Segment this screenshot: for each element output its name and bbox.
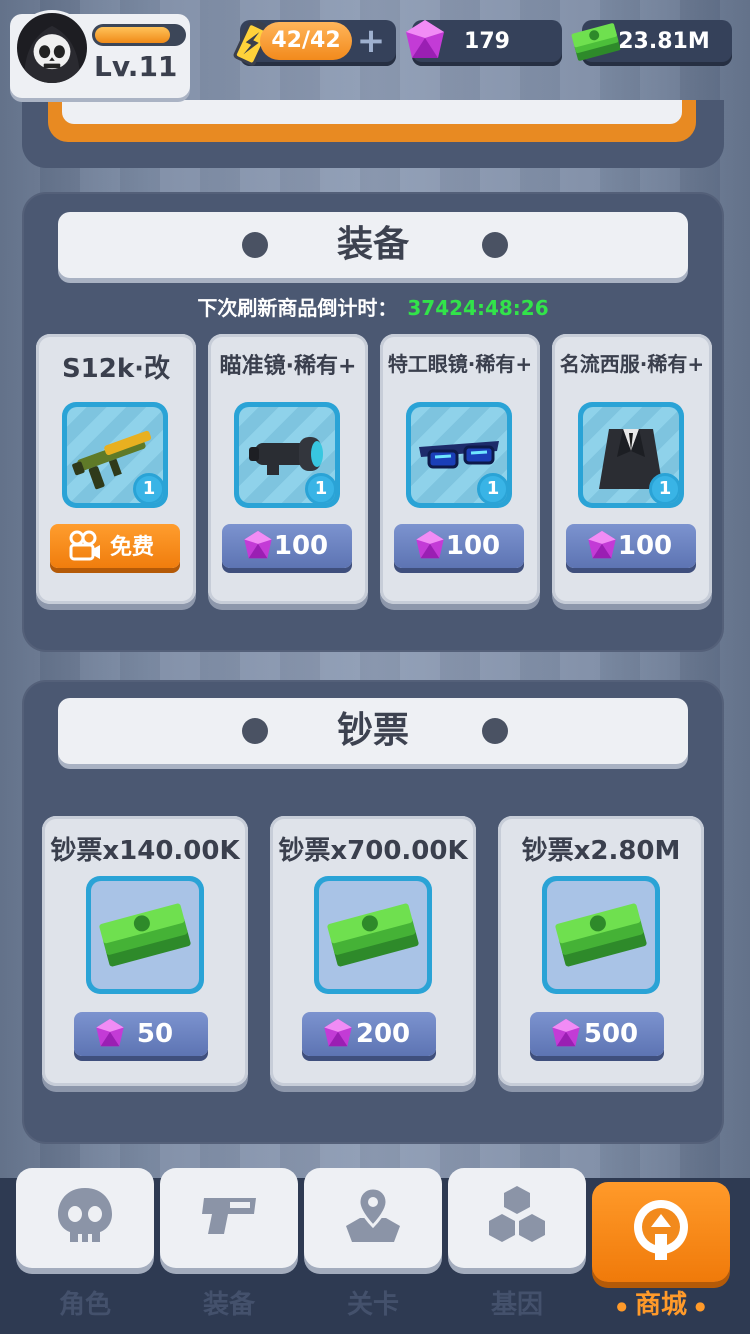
- equipment-shop-panel: 装备 下次刷新商品倒计时： 37424:48:26 S12k·改 1 免费 瞄准…: [22, 192, 724, 652]
- item-icon-frame: 1: [578, 402, 684, 508]
- title-dot-left: [242, 718, 268, 744]
- item-icon-frame: [86, 876, 204, 994]
- item-icon-frame: 1: [62, 402, 168, 508]
- gem-icon: [588, 530, 616, 559]
- gem-icon: [244, 530, 272, 559]
- buy-button[interactable]: 50: [74, 1012, 208, 1056]
- buy-button[interactable]: 100: [222, 524, 352, 568]
- cash-pack-name: 钞票x140.00K: [50, 836, 240, 866]
- shop-item-card[interactable]: 特工眼镜·稀有+ 1 100: [380, 334, 540, 604]
- top-bar: Lv.11 42/42 + 179 23.81M: [0, 0, 750, 110]
- nav-tab-shop[interactable]: [592, 1182, 730, 1282]
- nav-tab-genes[interactable]: [448, 1168, 586, 1268]
- skull-avatar-icon: [24, 25, 80, 83]
- shop-item-card[interactable]: 瞄准镜·稀有+ 1 100: [208, 334, 368, 604]
- gem-icon: [552, 1018, 580, 1047]
- item-icon-frame: [542, 876, 660, 994]
- energy-counter: 42/42 +: [233, 20, 396, 66]
- nav-label-shop: 商城: [592, 1284, 730, 1321]
- refresh-countdown: 下次刷新商品倒计时： 37424:48:26: [22, 292, 724, 321]
- section-title-cash: 钞票: [58, 698, 688, 764]
- buy-button[interactable]: 100: [394, 524, 524, 568]
- avatar[interactable]: [14, 10, 90, 86]
- item-name: 名流西服·稀有+: [559, 352, 705, 376]
- shop-item-card[interactable]: 名流西服·稀有+ 1 100: [552, 334, 712, 604]
- item-icon-frame: [314, 876, 432, 994]
- bottom-nav: 角色 装备 关卡 基因 商城: [0, 1168, 750, 1334]
- item-name: 瞄准镜·稀有+: [219, 354, 357, 379]
- video-camera-icon: [69, 530, 100, 561]
- cash-pack-card[interactable]: 钞票x2.80M 500: [498, 816, 704, 1086]
- cash-value: 23.81M: [618, 29, 710, 54]
- hexagons-icon: [489, 1186, 545, 1242]
- item-quantity-badge: 1: [477, 473, 507, 503]
- nav-label-levels: 关卡: [346, 1290, 399, 1320]
- item-name: S12k·改: [61, 354, 171, 384]
- item-quantity-badge: 1: [133, 473, 163, 503]
- cash-stack-icon: [327, 903, 419, 967]
- cash-stack-icon: [99, 903, 191, 967]
- refresh-label: 下次刷新商品倒计时：: [197, 296, 398, 320]
- nav-label-equipment: 装备: [202, 1290, 255, 1320]
- title-dot-right: [482, 718, 508, 744]
- section-title-text: 钞票: [336, 710, 409, 751]
- buy-button[interactable]: 200: [302, 1012, 436, 1056]
- add-energy-button[interactable]: +: [356, 24, 386, 58]
- buy-button[interactable]: 500: [530, 1012, 664, 1056]
- gem-counter[interactable]: 179: [406, 20, 562, 66]
- skull-icon: [58, 1188, 112, 1242]
- exp-bar: [92, 24, 186, 46]
- cash-shop-panel: 钞票 钞票x140.00K 50 钞票x700.00K 200 钞票x2.80M…: [22, 680, 724, 1144]
- item-quantity-badge: 1: [305, 473, 335, 503]
- player-level: Lv.11: [94, 50, 178, 83]
- map-pin-icon: [346, 1186, 400, 1242]
- title-dot-left: [242, 232, 268, 258]
- nav-tab-equipment[interactable]: [160, 1168, 298, 1268]
- section-title-equipment: 装备: [58, 212, 688, 278]
- item-icon-frame: 1: [406, 402, 512, 508]
- nav-label-genes: 基因: [490, 1290, 543, 1320]
- gem-icon: [416, 530, 444, 559]
- gem-icon: [96, 1018, 124, 1047]
- gem-value: 179: [464, 29, 510, 54]
- player-card[interactable]: Lv.11: [10, 10, 190, 98]
- section-title-text: 装备: [336, 224, 409, 265]
- cash-counter[interactable]: 23.81M: [571, 20, 732, 66]
- free-claim-button[interactable]: 免费: [50, 524, 180, 568]
- weapon-icon: [202, 1198, 256, 1234]
- nav-tab-levels[interactable]: [304, 1168, 442, 1268]
- cash-pack-name: 钞票x2.80M: [521, 836, 681, 866]
- refresh-timer: 37424:48:26: [407, 296, 549, 320]
- cash-stack-icon: [555, 903, 647, 967]
- energy-value: 42/42: [260, 22, 352, 60]
- item-name: 特工眼镜·稀有+: [387, 352, 533, 376]
- item-quantity-badge: 1: [649, 473, 679, 503]
- title-dot-right: [482, 232, 508, 258]
- nav-tab-character[interactable]: [16, 1168, 154, 1268]
- cash-pack-name: 钞票x700.00K: [278, 836, 468, 866]
- gem-icon: [324, 1018, 352, 1047]
- cash-pack-card[interactable]: 钞票x700.00K 200: [270, 816, 476, 1086]
- buy-button[interactable]: 100: [566, 524, 696, 568]
- nav-label-character: 角色: [58, 1290, 111, 1320]
- cash-pack-card[interactable]: 钞票x140.00K 50: [42, 816, 248, 1086]
- exp-bar-fill: [95, 27, 170, 43]
- shop-icon: [634, 1200, 688, 1260]
- shop-item-card[interactable]: S12k·改 1 免费: [36, 334, 196, 604]
- item-icon-frame: 1: [234, 402, 340, 508]
